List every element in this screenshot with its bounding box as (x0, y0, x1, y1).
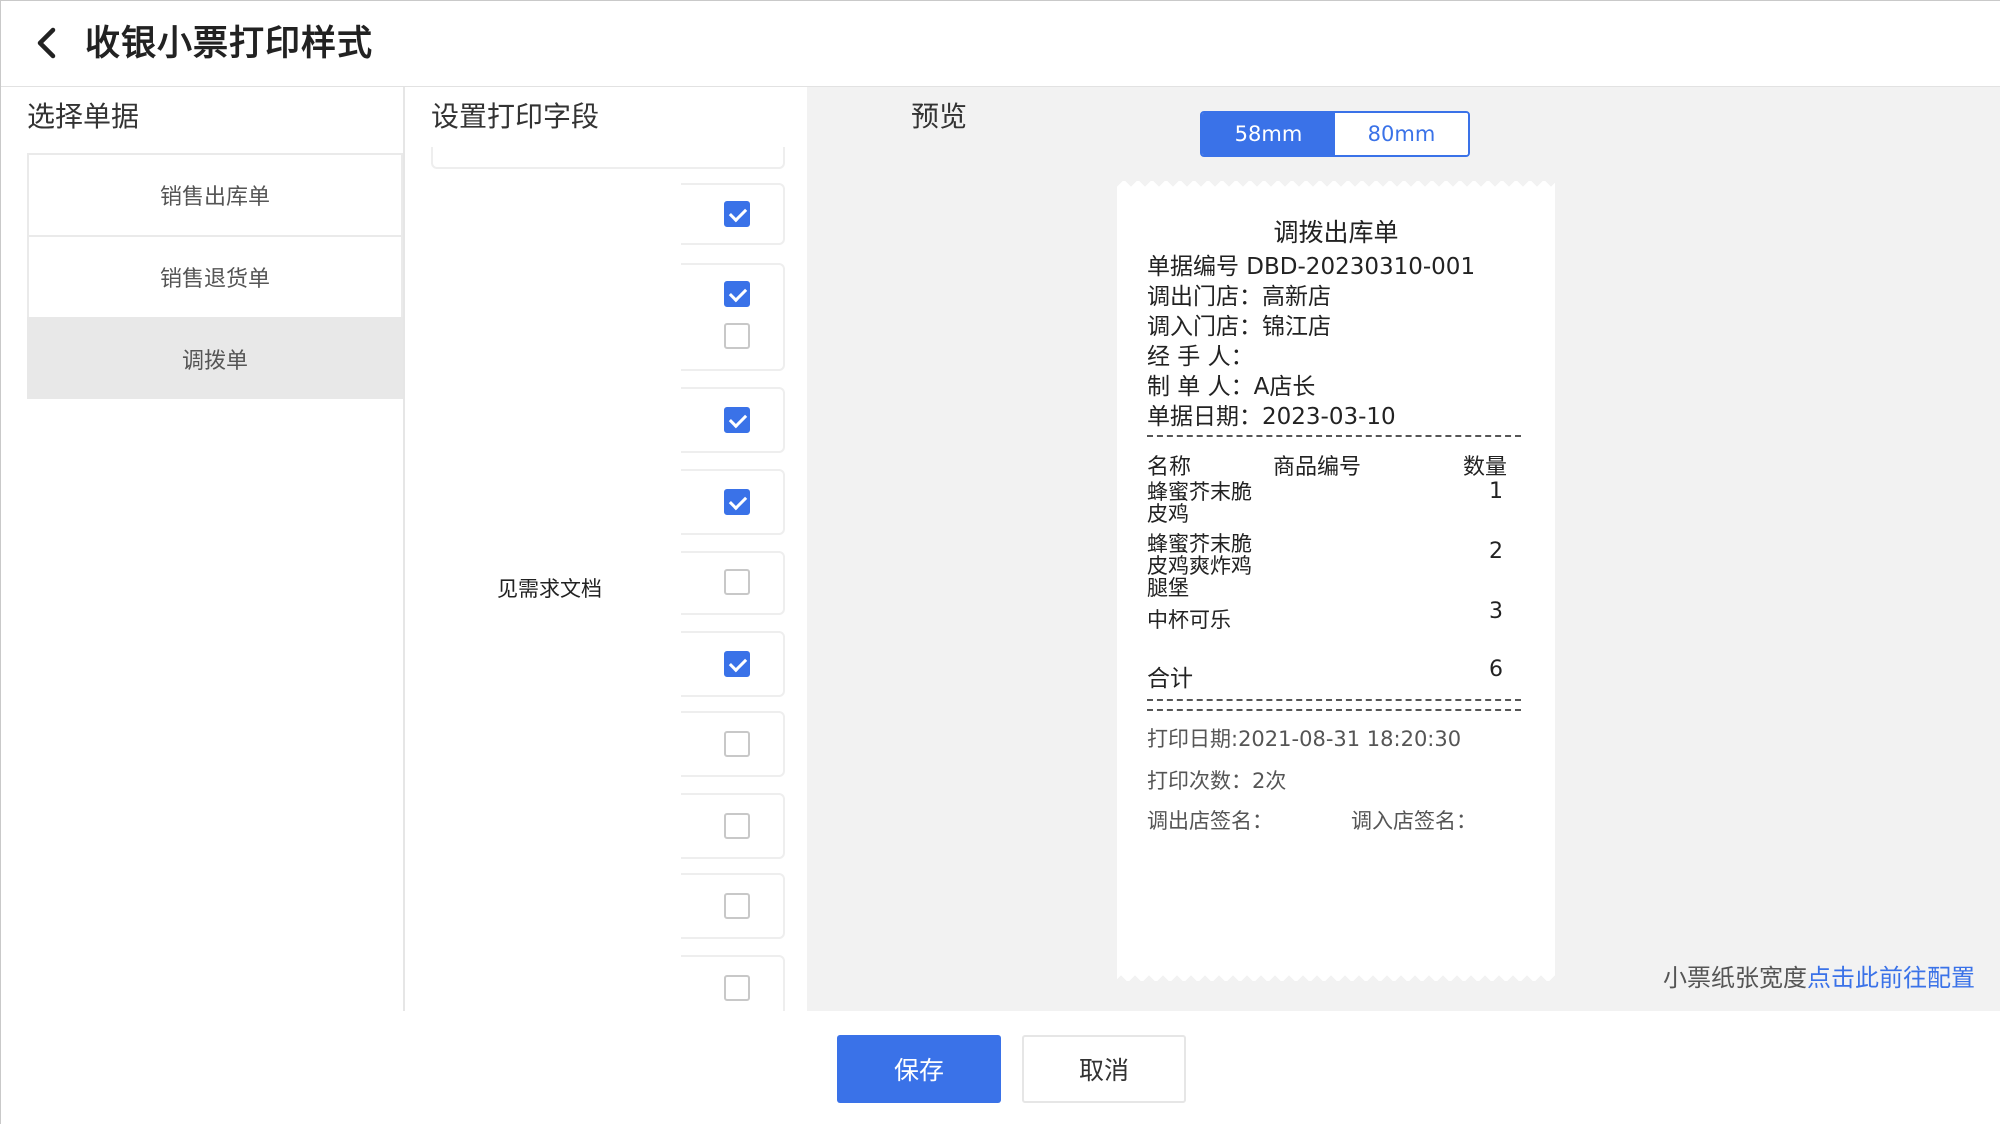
field-checkbox[interactable] (724, 407, 750, 433)
receipt-out-store: 调出门店：高新店 (1147, 284, 1331, 310)
receipt-handler: 经 手 人： (1147, 344, 1254, 370)
paper-width-note-text: 小票纸张宽度 (1663, 964, 1807, 992)
doc-type-item-sales-return[interactable]: 销售退货单 (27, 235, 403, 317)
field-checkbox[interactable] (724, 813, 750, 839)
doc-type-item-transfer[interactable]: 调拨单 (27, 317, 403, 399)
receipt-col-code: 商品编号 (1273, 455, 1362, 480)
back-button[interactable] (25, 21, 69, 65)
receipt-item-qty: 3 (1489, 599, 1503, 624)
receipt-item-qty: 2 (1489, 539, 1503, 564)
field-checkbox[interactable] (724, 731, 750, 757)
receipt-item-name: 蜂蜜芥末脆皮鸡 (1147, 480, 1252, 526)
field-row (681, 793, 785, 859)
receipt-in-store: 调入门店：锦江店 (1147, 314, 1331, 340)
width-option-58mm[interactable]: 58mm (1202, 113, 1335, 155)
page-title: 收银小票打印样式 (85, 24, 374, 64)
receipt-print-count: 打印次数：2次 (1147, 769, 1287, 793)
doc-type-panel: 选择单据 销售出库单 销售退货单 调拨单 (1, 87, 405, 1011)
requirement-note: 见需求文档 (497, 577, 602, 601)
width-option-80mm[interactable]: 80mm (1335, 113, 1468, 155)
field-row (681, 551, 785, 615)
paper-width-note: 小票纸张宽度点击此前往配置 (1663, 958, 1975, 993)
receipt-total-label: 合计 (1147, 666, 1193, 692)
app-window: 收银小票打印样式 选择单据 销售出库单 销售退货单 调拨单 设置打印字段 见需求… (0, 0, 2000, 1125)
page-header: 收银小票打印样式 (1, 1, 2000, 87)
paper-width-toggle: 58mm 80mm (1200, 111, 1470, 157)
chevron-left-icon (37, 27, 56, 59)
receipt-divider (1147, 699, 1521, 701)
action-footer: 保存 取消 (1, 1011, 2000, 1125)
field-row (681, 387, 785, 453)
paper-config-link[interactable]: 点击此前往配置 (1807, 964, 1975, 992)
field-checkbox[interactable] (724, 281, 750, 307)
field-checkbox[interactable] (724, 975, 750, 1001)
preview-title: 预览 (911, 100, 968, 133)
field-row (681, 873, 785, 939)
receipt-item-qty: 1 (1489, 479, 1503, 504)
receipt-title: 调拨出库单 (1273, 218, 1399, 247)
field-checkbox[interactable] (724, 489, 750, 515)
field-row (681, 469, 785, 535)
field-row (681, 711, 785, 777)
field-checkbox[interactable] (724, 651, 750, 677)
receipt-print-date: 打印日期:2021-08-31 18:20:30 (1147, 727, 1462, 751)
field-row-top-edge (431, 147, 785, 169)
field-checkbox[interactable] (724, 893, 750, 919)
field-row (681, 631, 785, 697)
field-list: 见需求文档 (405, 87, 807, 1011)
receipt-divider (1147, 709, 1521, 711)
field-checkbox[interactable] (724, 569, 750, 595)
doc-type-title: 选择单据 (27, 100, 140, 133)
cancel-button[interactable]: 取消 (1022, 1035, 1186, 1103)
print-field-panel: 设置打印字段 见需求文档 (405, 87, 807, 1011)
receipt-sign-in: 调入店签名： (1351, 809, 1477, 833)
receipt-sign-out: 调出店签名： (1147, 809, 1273, 833)
doc-type-list: 销售出库单 销售退货单 调拨单 (27, 153, 403, 399)
save-button[interactable]: 保存 (837, 1035, 1001, 1103)
field-row (681, 263, 785, 371)
preview-panel: 预览 58mm 80mm 调拨出库单 单据编号 DBD-20230310-001… (807, 87, 2000, 1011)
field-row (681, 955, 785, 1011)
receipt-total-qty: 6 (1489, 657, 1503, 682)
receipt-item-name: 蜂蜜芥末脆皮鸡爽炸鸡腿堡 (1147, 532, 1252, 600)
receipt-doc-no: 单据编号 DBD-20230310-001 (1147, 254, 1476, 280)
receipt-date: 单据日期：2023-03-10 (1147, 404, 1396, 430)
receipt-item-name: 中杯可乐 (1147, 608, 1231, 632)
field-row (681, 183, 785, 245)
receipt-col-name: 名称 (1147, 455, 1192, 480)
field-checkbox[interactable] (724, 201, 750, 227)
receipt-col-qty: 数量 (1463, 455, 1508, 480)
receipt-divider (1147, 435, 1521, 437)
doc-type-item-sales-out[interactable]: 销售出库单 (27, 153, 403, 235)
field-checkbox[interactable] (724, 323, 750, 349)
receipt-preview: 调拨出库单 单据编号 DBD-20230310-001 调出门店：高新店 调入门… (1117, 181, 1555, 981)
receipt-maker: 制 单 人：A店长 (1147, 374, 1316, 400)
